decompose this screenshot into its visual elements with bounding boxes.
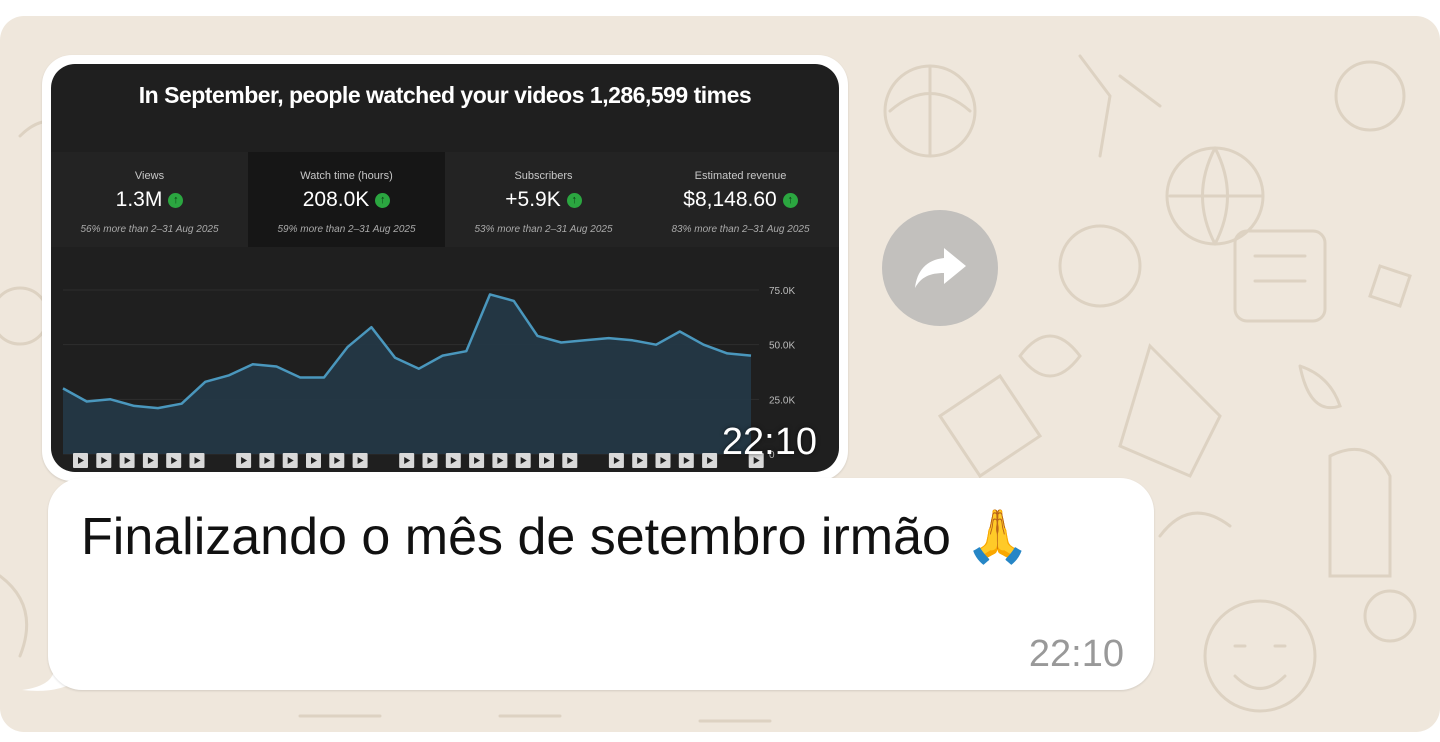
views-area-chart: 025.0K50.0K75.0K1 Sept 20...6 Sept 20251… [62, 286, 795, 468]
image-timestamp: 22:10 [721, 421, 817, 463]
metric-value: $8,148.60 [683, 188, 777, 211]
arrow-up-icon: ↑ [782, 192, 798, 208]
metric-value: +5.9K [505, 188, 561, 211]
arrow-up-icon: ↑ [566, 192, 582, 208]
metric-label: Estimated revenue [694, 170, 787, 182]
message-text: Finalizando o mês de setembro irmão 🙏 [81, 508, 1031, 566]
metric-comparison: 59% more than 2–31 Aug 2025 [277, 224, 416, 235]
y-tick-label: 25.0K [769, 395, 795, 406]
y-tick-label: 75.0K [769, 286, 795, 297]
metric-comparison: 83% more than 2–31 Aug 2025 [671, 224, 810, 235]
metrics-row: Views 1.3M ↑ 56% more than 2–31 Aug 2025… [51, 152, 839, 247]
message-timestamp: 22:10 [1028, 633, 1124, 675]
metric-value: 208.0K [302, 188, 370, 211]
forward-button[interactable] [882, 210, 998, 326]
arrow-up-icon: ↑ [168, 192, 184, 208]
image-message-bubble[interactable]: In September, people watched your videos… [42, 55, 848, 481]
metric-label: Views [134, 170, 165, 182]
metric-label: Watch time (hours) [300, 170, 393, 182]
analytics-screenshot[interactable]: In September, people watched your videos… [51, 64, 839, 472]
arrow-up-icon: ↑ [375, 192, 391, 208]
metric-comparison: 53% more than 2–31 Aug 2025 [474, 224, 613, 235]
forward-arrow-icon [915, 248, 966, 288]
metric-watch-time: Watch time (hours) 208.0K ↑ 59% more tha… [248, 152, 445, 247]
metric-views: Views 1.3M ↑ 56% more than 2–31 Aug 2025 [51, 152, 248, 247]
metric-comparison: 56% more than 2–31 Aug 2025 [80, 224, 219, 235]
metric-label: Subscribers [514, 170, 573, 182]
metric-subscribers: Subscribers +5.9K ↑ 53% more than 2–31 A… [445, 152, 642, 247]
screenshot-headline: In September, people watched your videos… [138, 82, 752, 108]
text-message-bubble[interactable]: Finalizando o mês de setembro irmão 🙏 22… [48, 478, 1154, 690]
metric-revenue: Estimated revenue $8,148.60 ↑ 83% more t… [642, 152, 839, 247]
metric-value: 1.3M [115, 188, 163, 211]
y-tick-label: 50.0K [769, 341, 795, 352]
chart-area [63, 294, 751, 454]
